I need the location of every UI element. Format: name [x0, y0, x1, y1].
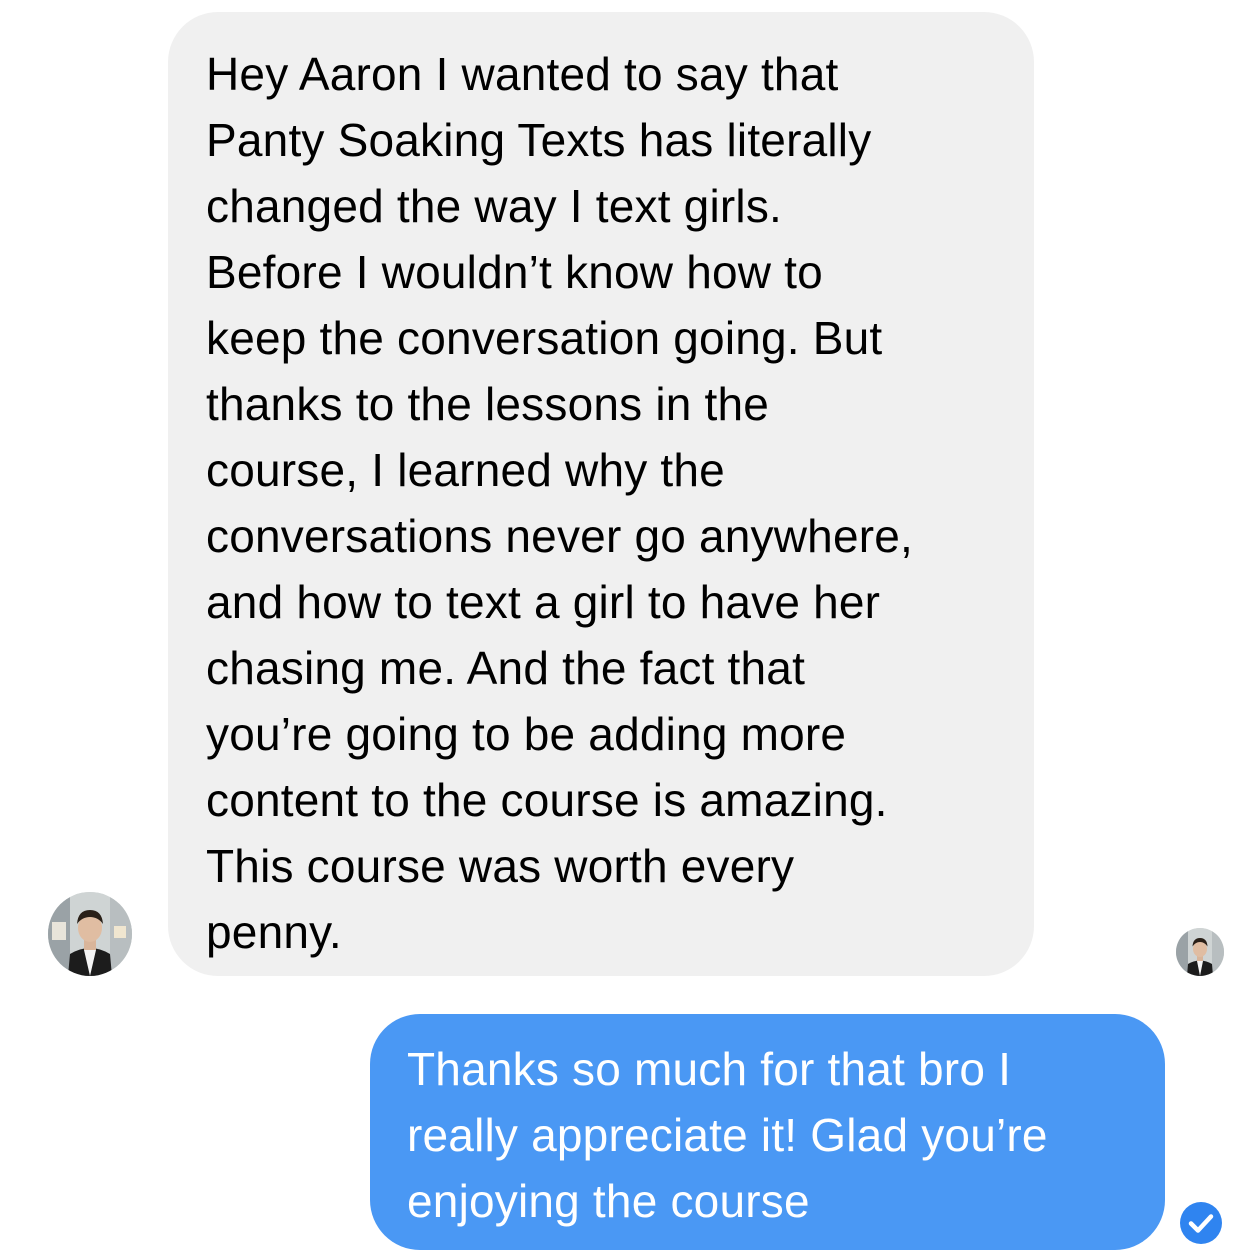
delivered-check-icon [1178, 1200, 1224, 1246]
read-receipt-avatar [1176, 928, 1224, 976]
incoming-message-bubble[interactable]: Hey Aaron I wanted to say that Panty Soa… [168, 12, 1034, 976]
avatar-photo-icon [1176, 928, 1224, 976]
avatar-photo-icon [48, 892, 132, 976]
outgoing-message-bubble[interactable]: Thanks so much for that bro I really app… [370, 1014, 1165, 1250]
sender-avatar[interactable] [48, 892, 132, 976]
